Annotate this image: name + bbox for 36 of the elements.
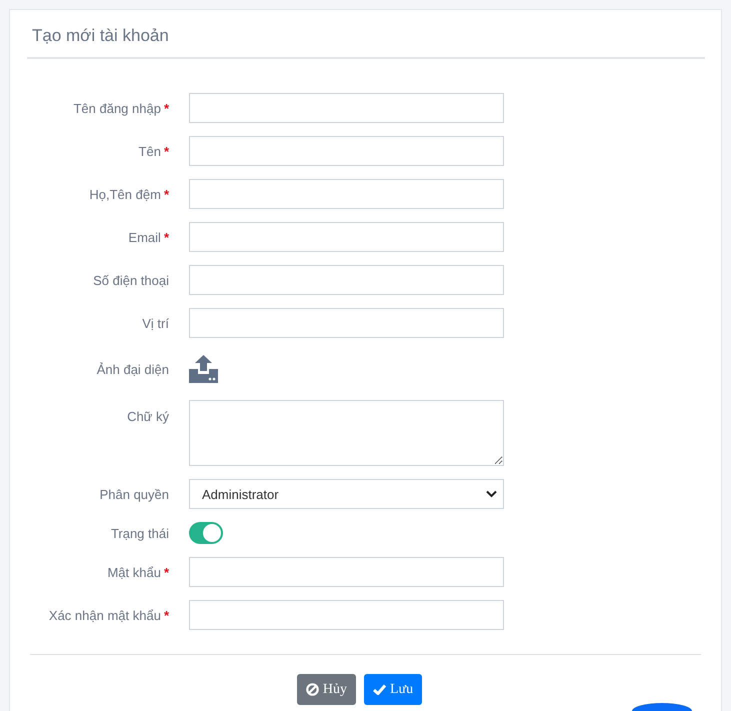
field-label: Chữ ký [127,409,169,424]
field-label: Xác nhận mật khẩu [48,608,161,622]
required-mark: * [164,144,169,158]
check-icon [372,684,386,695]
field-label: Tên đăng nhập [73,100,161,116]
text-field[interactable] [189,308,504,338]
text-field[interactable] [189,222,504,252]
field-label: Tên [138,144,161,158]
chevron-down-icon [486,490,497,498]
required-mark: * [164,230,169,244]
password-field[interactable] [189,557,504,587]
field-label: Mật khẩu [107,564,161,580]
text-field[interactable] [189,93,504,123]
required-mark: * [164,100,169,116]
field-label: Trạng thái [110,526,169,540]
status-toggle[interactable] [189,522,223,544]
text-field[interactable] [189,136,504,166]
text-field[interactable] [189,265,504,295]
field-label: Email [128,230,161,244]
save-button[interactable]: Lưu [364,674,422,705]
cancel-button[interactable]: Hủy [296,674,356,705]
field-label: Phân quyền [100,486,169,502]
required-mark: * [164,608,169,622]
field-label: Ảnh đại diện [96,362,169,376]
signature-field[interactable] [189,400,504,466]
prohibited-icon [306,683,319,696]
required-mark: * [164,564,169,580]
password-field[interactable] [189,600,504,630]
required-mark: * [164,186,169,202]
field-label: Họ,Tên đệm [89,186,161,202]
role-select[interactable]: Administrator [189,479,504,509]
form-title: Tạo mới tài khoản [32,26,169,46]
field-label: Vị trí [142,316,169,330]
text-field[interactable] [189,179,504,209]
upload-icon[interactable] [189,355,218,383]
field-label: Số điện thoại [93,272,169,288]
